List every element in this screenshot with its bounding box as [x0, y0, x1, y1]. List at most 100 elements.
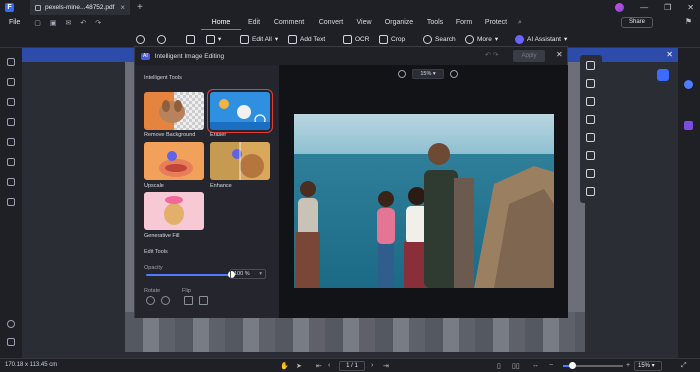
zoom-in-status-icon[interactable]: + — [626, 362, 630, 369]
opacity-slider[interactable] — [146, 271, 235, 278]
zoom-level[interactable]: 15% ▾ — [634, 361, 662, 371]
fullscreen-icon[interactable]: ⤢ — [681, 362, 687, 370]
last-page-icon[interactable]: ⇥ — [383, 362, 389, 370]
crop-button[interactable]: Crop — [379, 33, 405, 45]
edited-photo[interactable] — [294, 114, 554, 288]
layers-icon[interactable] — [7, 118, 15, 126]
menu-form[interactable]: Form — [449, 15, 479, 30]
page-thumbnail-icon[interactable] — [7, 58, 15, 66]
fit-width-icon[interactable]: ↔ — [532, 362, 539, 369]
more-label: More — [477, 35, 492, 43]
avatar[interactable] — [615, 3, 625, 12]
rotate-left-icon[interactable] — [146, 296, 155, 305]
undo-icon[interactable]: ↶ ↷ — [485, 51, 499, 59]
remove-background-tool[interactable] — [144, 92, 204, 130]
zoom-slider-knob[interactable] — [569, 362, 576, 369]
zoom-out-status-icon[interactable]: − — [549, 362, 553, 369]
ai-assistant-button[interactable]: AI Assistant ▾ — [515, 33, 567, 45]
generative-fill-tool[interactable] — [144, 192, 204, 230]
document-tab[interactable]: pexels-mine...48752.pdf × — [30, 0, 130, 15]
edit-all-label: Edit All — [252, 35, 272, 43]
close-banner-icon[interactable]: ✕ — [666, 50, 673, 59]
menu-edit[interactable]: Edit — [241, 15, 267, 30]
new-tab-icon[interactable]: + — [137, 2, 143, 13]
enhance-tool[interactable] — [210, 142, 270, 180]
rotate-image-icon[interactable] — [586, 133, 595, 142]
crop-image-icon[interactable] — [586, 97, 595, 106]
fit-image-icon[interactable] — [586, 151, 595, 160]
canvas-zoom-select[interactable]: 15% ▾ — [412, 69, 444, 79]
replace-image-icon[interactable] — [586, 61, 595, 70]
notification-icon[interactable]: ⚑ — [685, 17, 692, 26]
rotate-right-icon[interactable] — [161, 296, 170, 305]
mail-icon[interactable]: ✉ — [66, 19, 72, 27]
two-page-icon[interactable]: ▯▯ — [512, 362, 520, 370]
next-page-icon[interactable]: › — [371, 362, 373, 369]
prev-page-icon[interactable]: ‹ — [328, 362, 330, 369]
more-button[interactable]: More ▾ — [465, 33, 498, 45]
minimize-icon[interactable]: — — [640, 3, 648, 12]
close-window-icon[interactable]: ✕ — [687, 3, 694, 12]
menu-view[interactable]: View — [351, 15, 377, 30]
eraser-label: Eraser — [210, 132, 227, 138]
file-menu[interactable]: File — [9, 19, 20, 26]
upscale-tool[interactable] — [144, 142, 204, 180]
extract-image-icon[interactable] — [586, 79, 595, 88]
close-dialog-icon[interactable]: ✕ — [556, 50, 563, 59]
ai-tools-icon[interactable] — [684, 121, 693, 130]
print-icon[interactable]: ▣ — [50, 19, 57, 27]
first-page-icon[interactable]: ⇤ — [316, 362, 322, 370]
search-menu-icon[interactable]: ⌕ — [513, 15, 527, 30]
attachment-icon[interactable] — [7, 138, 15, 146]
menu-home[interactable]: Home — [201, 15, 241, 30]
signature-icon[interactable] — [7, 158, 15, 166]
select-tool-icon[interactable]: ➤ — [296, 362, 302, 370]
apply-button[interactable]: Apply — [513, 50, 545, 62]
arrange-image-icon[interactable] — [586, 169, 595, 178]
canvas-zoom-in-icon[interactable] — [450, 70, 458, 78]
flip-horizontal-icon[interactable] — [199, 296, 208, 305]
maximize-icon[interactable]: ❐ — [664, 3, 671, 12]
feedback-icon[interactable] — [7, 338, 15, 346]
redo-icon[interactable]: ↷ — [95, 19, 101, 27]
share-button[interactable]: Share — [620, 17, 653, 28]
menu-organize[interactable]: Organize — [377, 15, 421, 30]
ai-badge-icon[interactable] — [657, 69, 669, 81]
ai-image-icon[interactable] — [586, 115, 595, 124]
ocr-icon — [343, 34, 352, 44]
stack-icon[interactable] — [7, 178, 15, 186]
document-icon[interactable] — [7, 198, 15, 206]
search-button[interactable]: Search — [423, 33, 456, 45]
ai-chat-icon[interactable] — [684, 80, 693, 89]
menu-comment[interactable]: Comment — [267, 15, 311, 30]
zoom-in-button[interactable] — [157, 33, 166, 45]
page-indicator[interactable]: 1 / 1 — [339, 361, 365, 371]
left-sidebar — [0, 48, 22, 358]
intelligent-tools-heading: Intelligent Tools — [144, 75, 182, 81]
hand-tool-icon[interactable]: ✋ — [280, 362, 289, 370]
shape-button[interactable]: ▾ — [206, 33, 221, 45]
eraser-thumbnail — [210, 92, 270, 130]
add-text-button[interactable]: Add Text — [288, 33, 325, 45]
zoom-slider[interactable] — [563, 362, 623, 369]
document-tab-title: pexels-mine...48752.pdf — [45, 4, 115, 11]
opacity-input[interactable]: 100 % ▾ — [230, 269, 266, 279]
single-page-icon[interactable]: ▯ — [497, 362, 501, 370]
flip-vertical-icon[interactable] — [184, 296, 193, 305]
close-tab-icon[interactable]: × — [120, 3, 125, 12]
menu-protect[interactable]: Protect — [479, 15, 513, 30]
menu-tools[interactable]: Tools — [421, 15, 449, 30]
menu-convert[interactable]: Convert — [311, 15, 351, 30]
highlight-button[interactable] — [186, 33, 195, 45]
undo-icon[interactable]: ↶ — [80, 19, 86, 27]
zoom-out-button[interactable] — [136, 33, 145, 45]
bookmark-icon[interactable] — [7, 78, 15, 86]
canvas-zoom-out-icon[interactable] — [398, 70, 406, 78]
help-icon[interactable] — [7, 320, 15, 328]
image-editing-icon[interactable] — [586, 187, 595, 196]
edit-all-button[interactable]: Edit All ▾ — [240, 33, 278, 45]
save-icon[interactable]: ▢ — [34, 19, 41, 27]
comment-icon[interactable] — [7, 98, 15, 106]
ocr-button[interactable]: OCR — [343, 33, 369, 45]
eraser-tool[interactable] — [207, 89, 273, 133]
